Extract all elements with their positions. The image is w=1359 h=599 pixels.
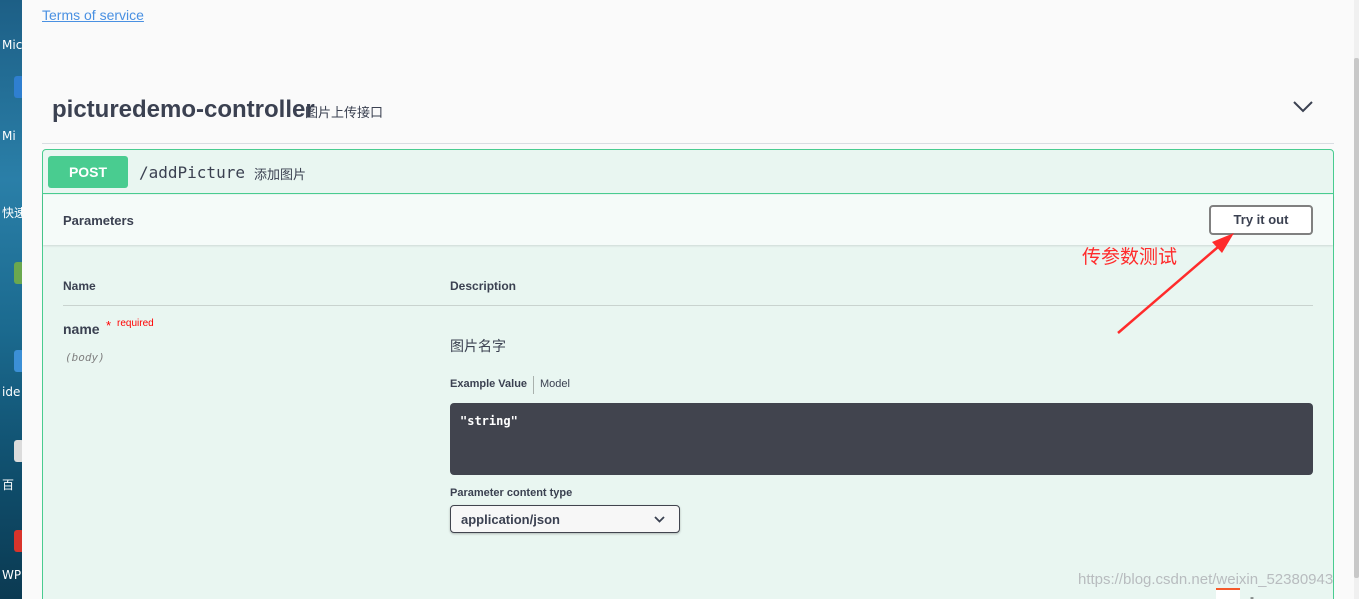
tab-divider <box>533 376 534 394</box>
scrollbar-thumb[interactable] <box>1354 58 1359 578</box>
desktop-app-icon[interactable] <box>14 350 22 372</box>
desktop-icon-label: 快速 <box>2 206 22 220</box>
desktop-icon-label: 百 <box>2 478 15 492</box>
parameter-description: 图片名字 <box>450 339 506 355</box>
required-label: required <box>117 318 154 329</box>
tray-icon <box>1216 588 1240 599</box>
desktop-icon-label: WP <box>2 568 22 582</box>
chevron-down-icon <box>654 516 665 523</box>
example-value-box[interactable]: "string" <box>450 403 1313 475</box>
column-header-name: Name <box>63 279 96 293</box>
operation-path: /addPicture <box>139 163 245 182</box>
parameters-header: Parameters Try it out <box>43 195 1333 245</box>
content-type-select[interactable]: application/json <box>450 505 680 533</box>
tag-name: picturedemo-controller <box>52 96 315 123</box>
content-type-label: Parameter content type <box>450 487 573 499</box>
terms-of-service-link[interactable]: Terms of service <box>42 7 144 23</box>
annotation-text: 传参数测试 <box>1082 246 1178 268</box>
parameter-location: (body) <box>65 351 105 364</box>
tag-section-header[interactable]: picturedemo-controller 图片上传接口 <box>42 86 1334 144</box>
operation-summary-text: 添加图片 <box>254 168 307 183</box>
desktop-icon-label: Mic <box>2 38 22 52</box>
tab-example-value[interactable]: Example Value <box>450 378 527 390</box>
desktop-app-icon[interactable] <box>14 530 22 552</box>
try-it-out-button[interactable]: Try it out <box>1209 205 1313 235</box>
swagger-page: Terms of service picturedemo-controller … <box>22 0 1354 599</box>
operation-summary[interactable]: POST /addPicture 添加图片 <box>43 150 1333 194</box>
desktop-app-icon[interactable] <box>14 262 22 284</box>
tag-description: 图片上传接口 <box>305 106 384 121</box>
method-badge: POST <box>48 156 128 188</box>
table-divider <box>63 305 1313 306</box>
tab-model[interactable]: Model <box>540 378 570 390</box>
desktop-icon-label: Mi <box>2 129 16 143</box>
desktop-app-icon[interactable] <box>14 76 22 98</box>
chevron-down-icon[interactable] <box>1292 100 1314 114</box>
content-type-value: application/json <box>461 512 560 527</box>
desktop-icon-label: ide <box>2 385 21 399</box>
parameters-title: Parameters <box>63 213 134 228</box>
desktop-background: Mic Mi 快速 ide 百 WP <box>0 0 22 599</box>
required-star: * <box>106 318 112 333</box>
operation-block: POST /addPicture 添加图片 Parameters Try it … <box>42 149 1334 599</box>
scrollbar[interactable] <box>1354 0 1359 599</box>
parameter-name: name <box>63 321 100 337</box>
example-code: "string" <box>460 414 518 428</box>
tray-dash: - <box>1250 590 1254 599</box>
watermark: https://blog.csdn.net/weixin_52380943 <box>1078 571 1334 588</box>
column-header-description: Description <box>450 279 517 293</box>
desktop-app-icon[interactable] <box>14 440 22 462</box>
